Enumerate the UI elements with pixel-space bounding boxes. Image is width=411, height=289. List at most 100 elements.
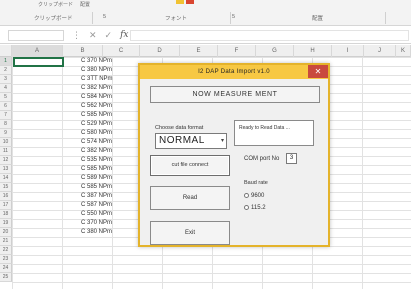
- row-headers: 1 2 3 4 5 6 7 8 9 10 11 12 13 14 15 16 1…: [0, 57, 12, 282]
- row-header[interactable]: 4: [0, 84, 12, 93]
- row-header[interactable]: 24: [0, 264, 12, 273]
- formula-input[interactable]: [130, 30, 409, 41]
- formula-menu-icon[interactable]: ⋮: [72, 30, 81, 41]
- read-label: Read: [182, 195, 198, 201]
- table-cell[interactable]: C 535 NPm: [80, 156, 140, 165]
- table-cell[interactable]: C 562 NPm: [80, 102, 140, 111]
- row-header[interactable]: 10: [0, 138, 12, 147]
- column-header-a[interactable]: A: [12, 45, 63, 57]
- row-header[interactable]: 1: [0, 57, 12, 66]
- now-measurement-label: NOW MEASURE MENT: [192, 91, 278, 98]
- cut-connect-label: cut file connect: [171, 162, 209, 168]
- row-header[interactable]: 2: [0, 66, 12, 75]
- row-header[interactable]: 13: [0, 165, 12, 174]
- row-header[interactable]: 5: [0, 93, 12, 102]
- fx-icon[interactable]: fx: [120, 30, 128, 40]
- column-header-f[interactable]: F: [218, 45, 256, 57]
- ribbon-tab-clipboard[interactable]: クリップボード: [38, 1, 73, 8]
- table-cell[interactable]: C 585 NPm: [80, 111, 140, 120]
- ribbon-group-clipboard: クリップボード: [34, 16, 73, 22]
- column-b-data: C 370 NPm C 380 NPm C 3TT NPm C 382 NPm …: [80, 57, 140, 237]
- exit-button[interactable]: Exit: [150, 221, 230, 245]
- table-cell[interactable]: C 3TT NPm: [80, 75, 140, 84]
- format-select[interactable]: NORMAL ▾: [155, 133, 227, 149]
- table-cell[interactable]: C 529 NPm: [80, 120, 140, 129]
- row-header[interactable]: 19: [0, 219, 12, 228]
- table-cell[interactable]: C 574 NPm: [80, 138, 140, 147]
- row-header[interactable]: 9: [0, 129, 12, 138]
- column-header-b[interactable]: B: [63, 45, 103, 57]
- formula-bar: ⋮ ✕ ✓ fx: [0, 26, 411, 44]
- column-header-d[interactable]: D: [140, 45, 180, 57]
- row-header[interactable]: 12: [0, 156, 12, 165]
- ribbon-group-align: 配置: [312, 16, 324, 22]
- close-icon[interactable]: ✕: [89, 30, 97, 41]
- corner-select-all[interactable]: [0, 45, 12, 57]
- column-header-c[interactable]: C: [103, 45, 140, 57]
- column-header-h[interactable]: H: [294, 45, 332, 57]
- row-header[interactable]: 17: [0, 201, 12, 210]
- table-cell[interactable]: C 585 NPm: [80, 165, 140, 174]
- check-icon[interactable]: ✓: [105, 30, 113, 41]
- selected-cell-a1[interactable]: [13, 57, 64, 67]
- table-cell[interactable]: C 370 NPm: [80, 219, 140, 228]
- table-cell[interactable]: C 584 NPm: [80, 93, 140, 102]
- row-header[interactable]: 8: [0, 120, 12, 129]
- row-header[interactable]: 18: [0, 210, 12, 219]
- table-cell[interactable]: C 380 NPm: [80, 66, 140, 75]
- column-header-e[interactable]: E: [180, 45, 218, 57]
- status-display: Ready to Read Data ...: [234, 120, 314, 146]
- table-cell[interactable]: C 382 NPm: [80, 147, 140, 156]
- row-header[interactable]: 14: [0, 174, 12, 183]
- name-box[interactable]: [8, 30, 64, 41]
- cut-connect-button[interactable]: cut file connect: [150, 155, 230, 176]
- row-header[interactable]: 22: [0, 246, 12, 255]
- column-header-k[interactable]: K: [396, 45, 411, 57]
- table-cell[interactable]: C 550 NPm: [80, 210, 140, 219]
- ribbon-group-font: フォント: [165, 16, 188, 22]
- row-header[interactable]: 11: [0, 147, 12, 156]
- table-cell[interactable]: C 382 NPm: [80, 84, 140, 93]
- table-cell[interactable]: C 585 NPm: [80, 183, 140, 192]
- read-button[interactable]: Read: [150, 186, 230, 210]
- exit-label: Exit: [184, 230, 195, 236]
- column-header-j[interactable]: J: [364, 45, 396, 57]
- table-cell[interactable]: C 380 NPm: [80, 228, 140, 237]
- row-header[interactable]: 3: [0, 75, 12, 84]
- table-cell[interactable]: C 370 NPm: [80, 57, 140, 66]
- format-label: Choose data format: [155, 125, 204, 131]
- row-header[interactable]: 16: [0, 192, 12, 201]
- row-header[interactable]: 6: [0, 102, 12, 111]
- chevron-down-icon[interactable]: ▾: [221, 137, 224, 144]
- now-measurement-button[interactable]: NOW MEASURE MENT: [150, 86, 320, 103]
- baud-option-1[interactable]: 9600: [244, 193, 264, 199]
- ribbon-separator: [230, 12, 231, 24]
- radio-icon[interactable]: [244, 205, 249, 210]
- ribbon-group-launcher[interactable]: 5: [103, 14, 106, 20]
- formula-icons: ⋮ ✕ ✓ fx: [72, 29, 129, 41]
- row-header[interactable]: 20: [0, 228, 12, 237]
- table-cell[interactable]: C 589 NPm: [80, 174, 140, 183]
- baud-option-2-label: 115.2: [251, 205, 266, 212]
- row-header[interactable]: 23: [0, 255, 12, 264]
- table-cell[interactable]: C 580 NPm: [80, 129, 140, 138]
- import-dialog: I2 DAP Data Import v1.0 ✕ NOW MEASURE ME…: [138, 63, 330, 247]
- ribbon-tab-align[interactable]: 配置: [80, 1, 90, 8]
- row-header[interactable]: 15: [0, 183, 12, 192]
- radio-icon[interactable]: [244, 193, 249, 198]
- row-header[interactable]: 7: [0, 111, 12, 120]
- highlight-swatch: [186, 0, 194, 4]
- row-header[interactable]: 25: [0, 273, 12, 282]
- column-header-g[interactable]: G: [256, 45, 294, 57]
- ribbon-group-launcher[interactable]: 5: [232, 14, 235, 20]
- ribbon-separator: [92, 12, 93, 24]
- baud-option-2[interactable]: 115.2: [244, 205, 266, 211]
- com-port-label: COM port No: [244, 156, 280, 162]
- dialog-title: I2 DAP Data Import v1.0: [198, 69, 270, 75]
- table-cell[interactable]: C 587 NPm: [80, 201, 140, 210]
- column-header-i[interactable]: I: [332, 45, 364, 57]
- close-icon[interactable]: ✕: [308, 65, 328, 78]
- row-header[interactable]: 21: [0, 237, 12, 246]
- table-cell[interactable]: C 387 NPm: [80, 192, 140, 201]
- com-port-input[interactable]: 3: [286, 153, 297, 164]
